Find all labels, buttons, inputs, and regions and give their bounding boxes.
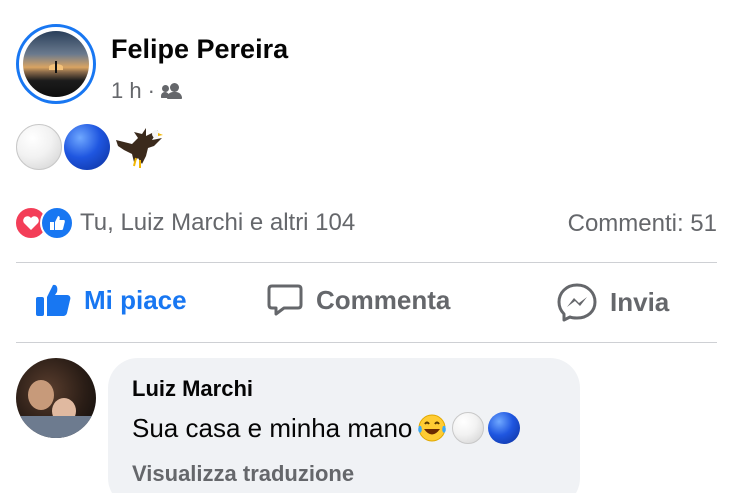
like-label: Mi piace bbox=[84, 284, 187, 315]
facebook-post: Felipe Pereira 1 h · Tu, Luiz Marchi e a… bbox=[0, 0, 731, 493]
white-circle-emoji bbox=[452, 412, 485, 444]
author-name[interactable]: Felipe Pereira bbox=[111, 34, 288, 65]
meta-separator: · bbox=[147, 78, 155, 103]
blue-circle-emoji bbox=[64, 124, 110, 170]
post-content bbox=[16, 124, 164, 170]
translate-link[interactable]: Visualizza traduzione bbox=[132, 461, 354, 487]
comment-bubble-icon bbox=[267, 284, 303, 316]
comment-button[interactable]: Commenta bbox=[266, 282, 450, 318]
comments-count[interactable]: Commenti: 51 bbox=[568, 210, 717, 238]
divider bbox=[16, 342, 717, 343]
commenter-name[interactable]: Luiz Marchi bbox=[132, 376, 253, 402]
like-reaction-icon bbox=[40, 206, 74, 240]
post-meta: 1 h · bbox=[111, 78, 185, 104]
eagle-emoji bbox=[116, 128, 163, 168]
send-button[interactable]: Invia bbox=[556, 282, 669, 322]
messenger-icon bbox=[557, 283, 597, 322]
comment-label: Commenta bbox=[316, 284, 451, 315]
laughing-tears-emoji bbox=[418, 414, 447, 442]
reactions-summary[interactable]: Tu, Luiz Marchi e altri 104 bbox=[14, 206, 355, 240]
reactions-text: Tu, Luiz Marchi e altri 104 bbox=[80, 209, 356, 236]
comment-text: Sua casa e minha mano bbox=[132, 412, 413, 443]
friends-icon[interactable] bbox=[160, 83, 185, 99]
blue-circle-emoji bbox=[488, 412, 521, 444]
like-button[interactable]: Mi piace bbox=[34, 282, 187, 318]
avatar-photo bbox=[23, 31, 89, 97]
thumbs-up-icon bbox=[36, 284, 71, 316]
comment-text-row: Sua casa e minha mano bbox=[132, 412, 521, 444]
divider bbox=[16, 262, 717, 263]
post-time[interactable]: 1 h bbox=[111, 78, 142, 104]
commenter-avatar[interactable] bbox=[16, 358, 96, 438]
send-label: Invia bbox=[610, 286, 670, 317]
white-circle-emoji bbox=[16, 124, 62, 170]
author-avatar[interactable] bbox=[16, 24, 96, 104]
